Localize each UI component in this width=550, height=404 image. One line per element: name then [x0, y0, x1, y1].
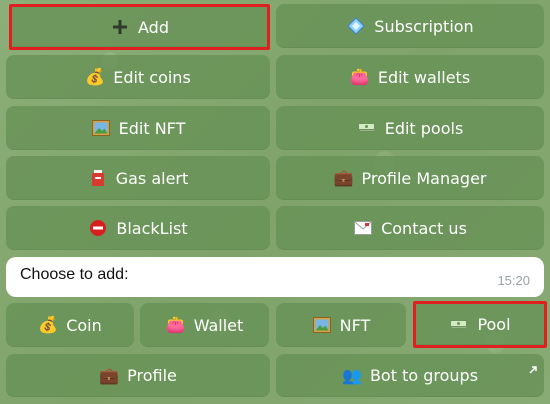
- edit-pools-button-label: Edit pools: [384, 118, 464, 138]
- edit-pools-button[interactable]: Edit pools: [276, 106, 544, 150]
- picture-icon: [312, 315, 332, 335]
- diamond-icon: [346, 16, 366, 36]
- contact-us-button[interactable]: Contact us: [276, 206, 544, 250]
- message-text: Choose to add:: [20, 266, 129, 283]
- nft-button[interactable]: NFT: [276, 303, 406, 347]
- edit-coins-button[interactable]: 💰 Edit coins: [6, 55, 270, 99]
- coin-button-label: Coin: [66, 315, 102, 335]
- envelope-icon: [353, 218, 373, 238]
- dollar-wad-icon: [357, 118, 377, 138]
- no-entry-icon: [88, 218, 108, 238]
- purse-icon: 👛: [165, 315, 186, 334]
- edit-nft-button[interactable]: Edit NFT: [6, 106, 270, 150]
- dollar-wad-icon: [449, 315, 469, 335]
- coin-button[interactable]: 💰 Coin: [6, 303, 134, 347]
- add-button-label: Add: [138, 17, 169, 37]
- briefcase-icon: 💼: [333, 168, 354, 187]
- gas-alert-button[interactable]: Gas alert: [6, 156, 270, 200]
- people-icon: 👥: [341, 365, 362, 385]
- bot-to-groups-button-label: Bot to groups: [369, 366, 479, 385]
- profile-manager-button-label: Profile Manager: [361, 168, 487, 188]
- message-timestamp: 15:20: [497, 273, 530, 288]
- subscription-button-label: Subscription: [374, 16, 474, 36]
- message-bubble: Choose to add: 15:20: [6, 257, 544, 297]
- edit-coins-button-label: Edit coins: [113, 67, 191, 87]
- add-button[interactable]: Add: [9, 4, 270, 50]
- purse-icon: 👛: [349, 67, 370, 86]
- picture-icon: [91, 118, 111, 138]
- edit-wallets-button-label: Edit wallets: [377, 67, 471, 87]
- subscription-button[interactable]: Subscription: [276, 4, 544, 48]
- profile-button[interactable]: 💼 Profile: [6, 354, 270, 397]
- money-bag-icon: 💰: [38, 315, 59, 334]
- bot-to-groups-button[interactable]: 👥 Bot to groups: [276, 354, 544, 397]
- plus-icon: [110, 17, 130, 37]
- edit-wallets-button[interactable]: 👛 Edit wallets: [276, 55, 544, 99]
- pool-button-label: Pool: [477, 315, 511, 334]
- edit-nft-button-label: Edit NFT: [118, 118, 186, 138]
- briefcase-icon: 💼: [99, 365, 120, 385]
- nft-button-label: NFT: [339, 315, 371, 335]
- profile-manager-button[interactable]: 💼 Profile Manager: [276, 156, 544, 200]
- blacklist-button[interactable]: BlackList: [6, 206, 270, 250]
- gas-alert-button-label: Gas alert: [115, 168, 189, 188]
- open-arrow-icon: [528, 360, 538, 374]
- profile-button-label: Profile: [127, 366, 177, 385]
- contact-us-button-label: Contact us: [381, 218, 467, 238]
- money-bag-icon: 💰: [85, 67, 106, 86]
- wallet-button-label: Wallet: [193, 315, 244, 335]
- pool-button[interactable]: Pool: [413, 301, 547, 348]
- wallet-button[interactable]: 👛 Wallet: [140, 303, 269, 347]
- blacklist-button-label: BlackList: [116, 218, 188, 238]
- fuel-cup-icon: [88, 168, 108, 188]
